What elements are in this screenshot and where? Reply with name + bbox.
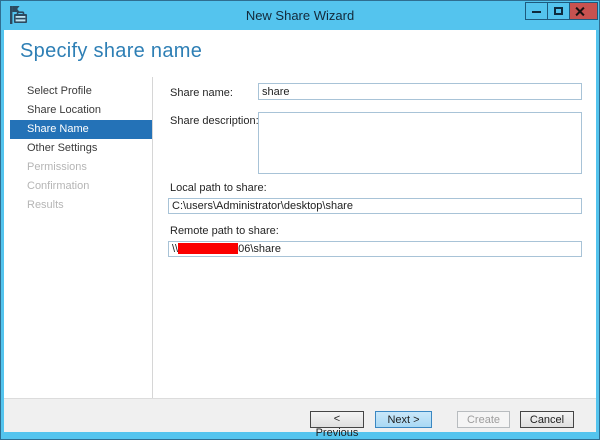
maximize-icon <box>554 7 563 15</box>
share-description-label: Share description: <box>170 113 259 130</box>
new-share-wizard-window: New Share Wizard Specify share name Sele… <box>0 0 600 440</box>
sidebar-item-select-profile[interactable]: Select Profile <box>10 82 152 101</box>
sidebar-divider <box>152 77 153 398</box>
remote-path-field[interactable]: \\06\share <box>168 241 582 257</box>
maximize-button[interactable] <box>547 2 570 20</box>
page-title: Specify share name <box>20 40 202 63</box>
create-button: Create <box>457 411 510 428</box>
remote-path-suffix: 06\share <box>238 243 281 255</box>
sidebar-item-share-location[interactable]: Share Location <box>10 101 152 120</box>
close-button[interactable] <box>569 2 598 20</box>
window-title: New Share Wizard <box>1 1 599 30</box>
share-description-input[interactable] <box>258 112 582 174</box>
title-bar[interactable]: New Share Wizard <box>1 1 599 30</box>
wizard-content: Specify share name Select Profile Share … <box>4 30 596 398</box>
redaction-block <box>178 243 238 254</box>
cancel-button[interactable]: Cancel <box>520 411 574 428</box>
sidebar-item-results: Results <box>10 196 152 215</box>
sidebar-item-share-name[interactable]: Share Name <box>10 120 152 139</box>
local-path-input[interactable] <box>168 198 582 214</box>
minimize-button[interactable] <box>525 2 548 20</box>
wizard-footer: < Previous Next > Create Cancel <box>4 398 596 432</box>
sidebar-item-other-settings[interactable]: Other Settings <box>10 139 152 158</box>
sidebar-item-confirmation: Confirmation <box>10 177 152 196</box>
previous-button[interactable]: < Previous <box>310 411 364 428</box>
window-controls <box>526 2 598 20</box>
next-button[interactable]: Next > <box>375 411 432 428</box>
sidebar-item-permissions: Permissions <box>10 158 152 177</box>
share-name-input[interactable] <box>258 83 582 100</box>
minimize-icon <box>532 11 541 13</box>
share-name-label: Share name: <box>170 85 233 102</box>
local-path-label: Local path to share: <box>170 180 267 197</box>
remote-path-label: Remote path to share: <box>170 223 279 240</box>
